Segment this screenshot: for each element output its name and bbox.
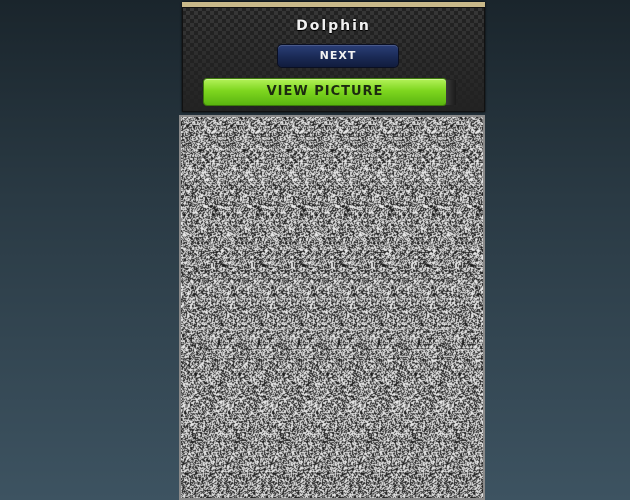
stereogram-canvas [181, 117, 483, 498]
view-picture-button[interactable]: VIEW PICTURE [204, 79, 446, 105]
next-button[interactable]: NEXT [278, 45, 398, 67]
control-panel: Dolphin NEXT VIEW PICTURE [182, 2, 485, 112]
view-button-edge [446, 80, 456, 105]
picture-title: Dolphin [296, 18, 371, 34]
stereogram-image [179, 115, 485, 500]
